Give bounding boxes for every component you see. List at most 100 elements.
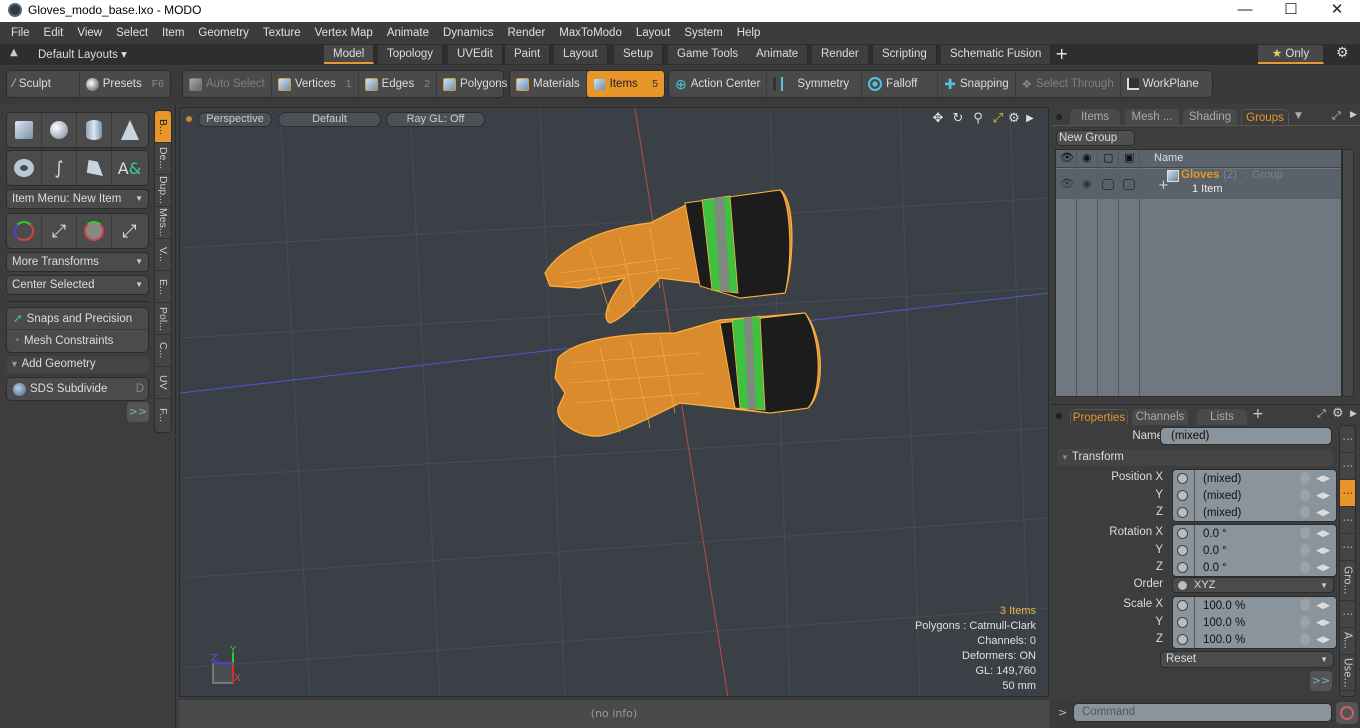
vtab-deform[interactable]: De...	[155, 143, 171, 175]
move-tool-button[interactable]: ⤢	[42, 214, 77, 248]
vtab-properties-5[interactable]: ⋮	[1340, 534, 1355, 561]
panel-arrow-icon[interactable]: ▶	[1350, 409, 1357, 419]
render-camera-icon[interactable]: ◉	[1082, 151, 1092, 164]
panel-menu-dot-icon[interactable]	[1056, 413, 1062, 419]
scale-tool-button[interactable]: ⤢	[112, 214, 147, 248]
menu-layout[interactable]: Layout	[629, 27, 678, 39]
vtab-curve[interactable]: C...	[155, 335, 171, 367]
reset-dropdown[interactable]: Reset ▼	[1160, 651, 1334, 668]
tab-layout[interactable]: Layout	[554, 45, 608, 64]
panel-menu-dot-icon[interactable]	[1056, 114, 1062, 120]
close-button[interactable]: ✕	[1314, 0, 1360, 22]
tab-items[interactable]: Items	[1070, 109, 1120, 125]
auto-select-button[interactable]: Auto Select	[183, 71, 272, 97]
tab-animate[interactable]: Animate	[747, 45, 809, 64]
text-primitive-button[interactable]: A&	[112, 151, 147, 185]
sphere-primitive-button[interactable]	[42, 113, 77, 147]
raygl-button[interactable]: Ray GL: Off	[386, 112, 485, 127]
tab-model[interactable]: Model	[324, 45, 375, 64]
visibility-eye-icon[interactable]: 👁	[1060, 151, 1074, 164]
more-transforms-dropdown[interactable]: More Transforms ▼	[6, 252, 149, 272]
viewport-settings-gear-icon[interactable]: ⚙	[1006, 111, 1022, 127]
spiral-primitive-button[interactable]: ∫	[42, 151, 77, 185]
menu-dynamics[interactable]: Dynamics	[436, 27, 500, 39]
snapping-button[interactable]: ✚ Snapping	[938, 71, 1016, 97]
maximize-button[interactable]: ☐	[1268, 0, 1314, 22]
row-visibility-icon[interactable]: 👁	[1060, 177, 1074, 190]
vtab-properties-1[interactable]: ⋮	[1340, 426, 1355, 453]
falloff-button[interactable]: Falloff	[862, 71, 939, 97]
menu-help[interactable]: Help	[730, 27, 768, 39]
tab-scripting[interactable]: Scripting	[873, 45, 937, 64]
position-y-field[interactable]: (mixed) ◀▶	[1173, 487, 1336, 504]
rotation-z-field[interactable]: 0.0 ° ◀▶	[1173, 559, 1336, 576]
viewport-menu-dot-icon[interactable]	[186, 116, 192, 122]
add-layout-tab-button[interactable]: +	[1055, 44, 1068, 63]
tab-mesh[interactable]: Mesh ...	[1125, 109, 1179, 125]
menu-animate[interactable]: Animate	[380, 27, 436, 39]
item-menu-dropdown[interactable]: Item Menu: New Item ▼	[6, 189, 149, 209]
action-center-button[interactable]: ⊕ Action Center	[669, 71, 768, 97]
panel-gear-icon[interactable]: ⚙	[1332, 406, 1344, 421]
menu-file[interactable]: File	[4, 27, 37, 39]
vtab-basic[interactable]: B...	[155, 111, 171, 143]
tab-uvedit[interactable]: UVEdit	[448, 45, 503, 64]
tab-paint[interactable]: Paint	[505, 45, 551, 64]
vtab-user[interactable]: Use...	[1340, 655, 1355, 691]
more-properties-button[interactable]: >>	[1310, 671, 1332, 691]
symmetry-button[interactable]: Symmetry	[767, 71, 863, 97]
vtab-edge[interactable]: E...	[155, 271, 171, 303]
vtab-properties-4[interactable]: ⋮	[1340, 507, 1355, 534]
scale-z-field[interactable]: 100.0 % ◀▶	[1173, 631, 1336, 648]
rotation-x-field[interactable]: 0.0 ° ◀▶	[1173, 525, 1336, 542]
gear-icon[interactable]: ⚙	[1336, 45, 1349, 61]
view-type-button[interactable]: Perspective	[198, 112, 272, 127]
tab-schematic-fusion[interactable]: Schematic Fusion	[941, 45, 1052, 64]
menu-geometry[interactable]: Geometry	[191, 27, 256, 39]
row-lock-checkbox[interactable]	[1102, 179, 1114, 190]
torus-primitive-button[interactable]	[7, 151, 42, 185]
menu-view[interactable]: View	[70, 27, 109, 39]
menu-select[interactable]: Select	[109, 27, 155, 39]
position-x-field[interactable]: (mixed) ◀▶	[1173, 470, 1336, 487]
vtab-assembly[interactable]: A...	[1340, 628, 1355, 655]
row-render-icon[interactable]: ◉	[1082, 177, 1092, 190]
sds-subdivide-button[interactable]: SDS Subdivide D	[7, 378, 148, 400]
snaps-precision-button[interactable]: ➚ Snaps and Precision	[7, 308, 148, 330]
zoom-icon[interactable]: ⚲	[970, 111, 986, 127]
vtab-properties-10[interactable]: ⋮	[1340, 691, 1355, 696]
glove-mesh-upper[interactable]	[544, 189, 793, 324]
groups-scrollbar[interactable]	[1342, 149, 1354, 397]
default-layouts-dropdown[interactable]: Default Layouts ▾	[38, 47, 127, 61]
more-tools-button[interactable]: >>	[127, 402, 149, 422]
workplane-button[interactable]: WorkPlane	[1121, 71, 1205, 97]
order-dropdown[interactable]: XYZ ▼	[1172, 577, 1334, 593]
menu-render[interactable]: Render	[500, 27, 552, 39]
panel-arrow-icon[interactable]: ▶	[1350, 110, 1357, 120]
tab-shading[interactable]: Shading	[1183, 109, 1237, 125]
tab-groups[interactable]: Groups	[1241, 109, 1289, 125]
select-through-button[interactable]: ❖ Select Through	[1016, 71, 1121, 97]
keyframe-dot-icon[interactable]	[1177, 473, 1188, 484]
vertices-button[interactable]: Vertices 1	[272, 71, 359, 97]
center-selected-dropdown[interactable]: Center Selected ▼	[6, 275, 149, 295]
keyframe-dot-icon[interactable]	[1177, 617, 1188, 628]
cube-primitive-button[interactable]	[7, 113, 42, 147]
keyframe-dot-icon[interactable]	[1177, 634, 1188, 645]
menu-maxtomodo[interactable]: MaxToModo	[552, 27, 629, 39]
keyframe-dot-icon[interactable]	[1177, 600, 1188, 611]
vtab-properties-2[interactable]: ⋮	[1340, 453, 1355, 480]
tab-setup[interactable]: Setup	[614, 45, 664, 64]
record-macro-button[interactable]	[1336, 702, 1358, 724]
vtab-fusion[interactable]: F...	[155, 399, 171, 431]
position-z-field[interactable]: (mixed) ◀▶	[1173, 504, 1336, 521]
maximize-viewport-icon[interactable]: ⤢	[990, 111, 1006, 127]
keyframe-dot-icon[interactable]	[1177, 579, 1188, 591]
pen-tool-button[interactable]	[77, 151, 112, 185]
menu-vertex-map[interactable]: Vertex Map	[308, 27, 380, 39]
panel-expand-icon[interactable]: ⤢	[1332, 109, 1341, 123]
menu-item[interactable]: Item	[155, 27, 191, 39]
add-geometry-section[interactable]: ▼ Add Geometry	[6, 356, 149, 373]
pan-icon[interactable]: ✥	[930, 111, 946, 127]
minimize-button[interactable]: —	[1222, 0, 1268, 22]
